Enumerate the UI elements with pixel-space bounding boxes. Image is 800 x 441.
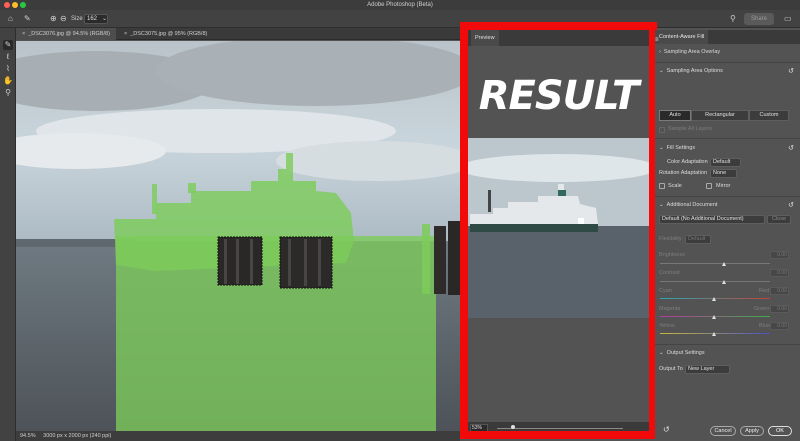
rotation-adaptation-label: Rotation Adaptation xyxy=(659,170,708,176)
sampling-overlay-toggle[interactable]: › Sampling Area Overlay xyxy=(659,49,720,55)
tab-dsc3076[interactable]: × _DSC3076.jpg @ 94.5% (RGB/8) xyxy=(16,28,116,40)
output-to-label: Output To xyxy=(659,366,683,372)
sample-all-layers-checkbox[interactable] xyxy=(659,127,665,133)
yellow-blue-thumb[interactable] xyxy=(712,332,716,336)
cyan-label: Cyan xyxy=(659,288,672,294)
brightness-thumb[interactable] xyxy=(722,262,726,266)
brightness-slider[interactable] xyxy=(660,263,770,264)
contrast-label: Contrast xyxy=(659,270,680,276)
brightness-value[interactable]: 0.00 xyxy=(770,251,789,259)
cyan-red-value[interactable]: 0.00 xyxy=(770,287,789,295)
zoom-readout: 94.5% xyxy=(20,433,36,439)
rotation-adaptation-select[interactable]: None xyxy=(710,169,737,178)
reset-sampling-icon[interactable]: ↺ xyxy=(788,67,794,75)
reset-additional-icon[interactable]: ↺ xyxy=(788,201,794,209)
brush-tool-icon[interactable]: ✎ xyxy=(24,14,31,24)
divider xyxy=(655,62,800,63)
apply-button[interactable]: Apply xyxy=(740,426,764,436)
contrast-value[interactable]: 0.00 xyxy=(770,269,789,277)
document-canvas[interactable] xyxy=(16,41,460,431)
reset-all-icon[interactable]: ↺ xyxy=(663,425,670,434)
document-info: 3000 px x 2000 px (240 ppi) xyxy=(43,433,112,439)
mirror-checkbox[interactable] xyxy=(706,183,712,189)
sample-all-layers-label: Sample All Layers xyxy=(668,126,713,132)
preview-zoom-thumb[interactable] xyxy=(511,425,515,429)
contrast-thumb[interactable] xyxy=(722,280,726,284)
magenta-green-thumb[interactable] xyxy=(712,315,716,319)
preview-zoom-slider[interactable] xyxy=(497,428,623,429)
preview-tab[interactable]: Preview xyxy=(471,30,499,46)
contrast-slider[interactable] xyxy=(660,281,770,282)
share-button[interactable]: Share xyxy=(744,13,774,25)
title-bar: Adobe Photoshop (Beta) xyxy=(0,0,800,10)
scale-checkbox[interactable] xyxy=(659,183,665,189)
ok-button[interactable]: OK xyxy=(768,426,792,436)
tools-panel: ✎ ℓ ⌇ ✋ ⚲ xyxy=(0,28,16,441)
preview-panel: Preview RESULT 53% xyxy=(467,30,650,434)
size-dropdown-icon[interactable]: ⌄ xyxy=(102,14,107,24)
green-label: Green xyxy=(754,306,770,312)
minimize-window-button[interactable] xyxy=(12,2,18,8)
segment-custom[interactable]: Custom xyxy=(749,110,789,121)
add-mode-icon[interactable]: ⊕ xyxy=(50,14,57,24)
search-icon[interactable]: ⚲ xyxy=(730,14,736,24)
yellow-label: Yellow xyxy=(659,323,675,329)
output-to-select[interactable]: New Layer xyxy=(685,365,730,374)
result-overlay-text: RESULT xyxy=(478,73,640,119)
yellow-blue-value[interactable]: 0.00 xyxy=(770,322,789,330)
status-bar: 94.5% 3000 px x 2000 px (240 ppi) xyxy=(16,431,460,441)
eyedropper-tool-icon[interactable]: ⌇ xyxy=(3,64,13,74)
flexibility-label: Flexibility xyxy=(659,236,682,242)
reset-fill-icon[interactable]: ↺ xyxy=(788,144,794,152)
hand-tool-icon[interactable]: ✋ xyxy=(3,76,13,86)
lasso-tool-icon[interactable]: ℓ xyxy=(3,52,13,62)
scale-label: Scale xyxy=(668,183,682,189)
preview-zoom-bar: 53% xyxy=(467,422,650,434)
zoom-window-button[interactable] xyxy=(20,2,26,8)
divider xyxy=(655,344,800,345)
close-button[interactable]: Close xyxy=(767,215,791,224)
divider xyxy=(655,138,800,139)
blue-label: Blue xyxy=(759,323,771,329)
magenta-label: Magenta xyxy=(659,306,681,312)
additional-document-toggle[interactable]: ⌄ Additional Document xyxy=(659,202,717,208)
ferry-photo xyxy=(16,41,460,431)
cancel-button[interactable]: Cancel xyxy=(710,426,736,436)
mirror-label: Mirror xyxy=(716,183,731,189)
magenta-green-value[interactable]: 0.00 xyxy=(770,305,789,313)
sampling-options-toggle[interactable]: ⌄ Sampling Area Options xyxy=(659,68,723,74)
divider xyxy=(655,196,800,197)
preview-tab-bar: Preview xyxy=(467,30,650,46)
color-adaptation-select[interactable]: Default xyxy=(710,158,741,167)
segment-auto[interactable]: Auto xyxy=(659,110,691,121)
preview-image xyxy=(468,138,649,318)
output-settings-toggle[interactable]: ⌄ Output Settings xyxy=(659,350,705,356)
cyan-red-thumb[interactable] xyxy=(712,297,716,301)
fill-settings-toggle[interactable]: ⌄ Fill Settings xyxy=(659,145,695,151)
tab-dsc3075[interactable]: × _DSC3075.jpg @ 95% (RGB/8) xyxy=(118,28,213,40)
workspace-icon[interactable]: ▭ xyxy=(784,14,792,24)
home-icon[interactable]: ⌂ xyxy=(8,14,13,24)
subtract-mode-icon[interactable]: ⊖ xyxy=(60,14,67,24)
content-aware-fill-panel: Content-Aware Fill ≡ › Sampling Area Ove… xyxy=(655,30,800,441)
panel-header: Content-Aware Fill ≡ xyxy=(655,30,800,44)
zoom-tool-icon[interactable]: ⚲ xyxy=(3,88,13,98)
brush-tool-icon[interactable]: ✎ xyxy=(3,40,13,50)
ferry-preview-photo xyxy=(468,138,649,318)
flexibility-select[interactable]: Default xyxy=(685,235,711,244)
segment-rectangular[interactable]: Rectangular xyxy=(691,110,749,121)
panel-menu-icon[interactable]: ≡ xyxy=(655,33,796,47)
options-bar: ⌂ ✎ ⊕ ⊖ Size 162 ⌄ ⚲ Share ▭ xyxy=(0,10,800,28)
color-adaptation-label: Color Adaptation xyxy=(667,159,708,165)
document-tabs: × _DSC3076.jpg @ 94.5% (RGB/8) × _DSC3075.… xyxy=(16,28,460,40)
brightness-label: Brightness xyxy=(659,252,685,258)
additional-document-select[interactable]: Default (No Additional Document) xyxy=(659,215,765,224)
close-window-button[interactable] xyxy=(4,2,10,8)
window-title: Adobe Photoshop (Beta) xyxy=(367,2,433,8)
size-label: Size xyxy=(71,16,83,22)
preview-zoom-input[interactable]: 53% xyxy=(470,424,488,432)
red-label: Red xyxy=(759,288,770,294)
